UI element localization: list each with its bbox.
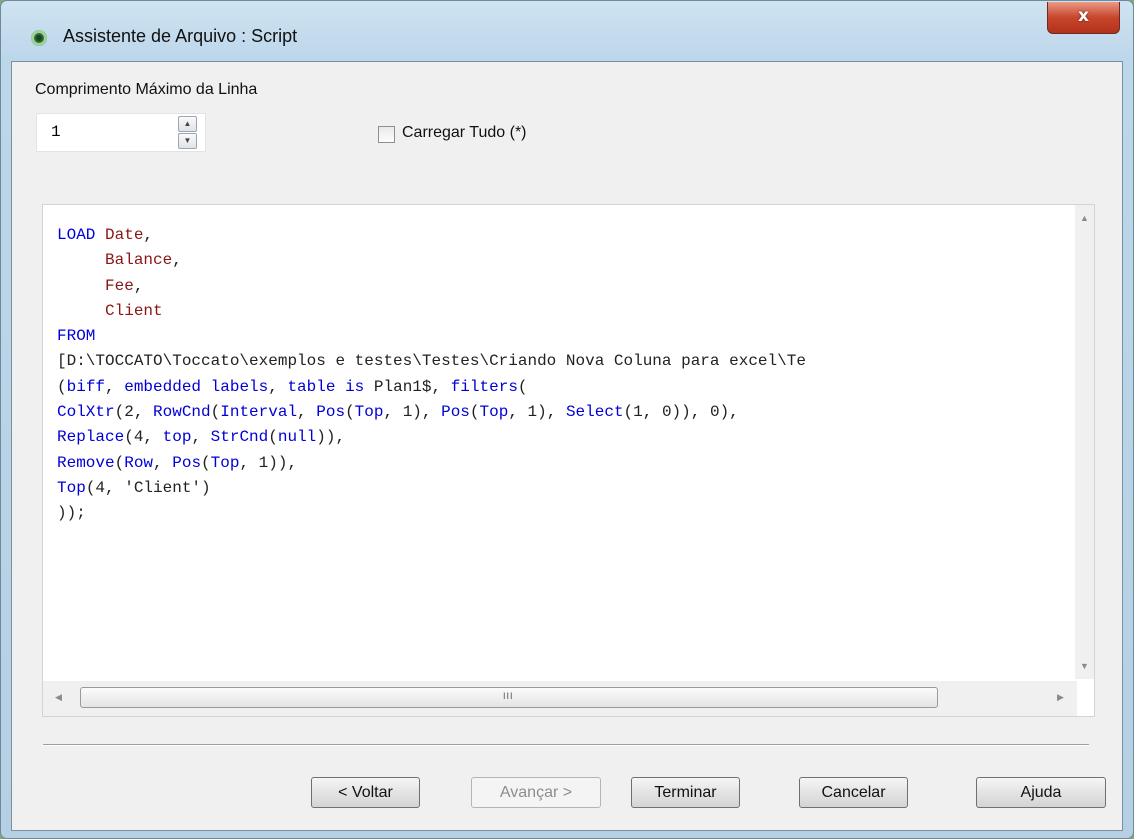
finish-button[interactable]: Terminar <box>631 777 740 808</box>
window-title: Assistente de Arquivo : Script <box>63 26 298 46</box>
spin-up-icon[interactable]: ▲ <box>178 116 197 132</box>
horizontal-scroll-thumb[interactable]: III <box>80 687 938 708</box>
title-bar[interactable]: Assistente de Arquivo : Script x <box>1 1 1133 61</box>
cancel-button[interactable]: Cancelar <box>799 777 908 808</box>
scroll-left-icon[interactable]: ◀ <box>55 692 62 703</box>
dialog-window: Assistente de Arquivo : Script x Comprim… <box>0 0 1134 839</box>
spin-down-icon[interactable]: ▼ <box>178 133 197 149</box>
max-line-length-label: Comprimento Máximo da Linha <box>35 81 258 98</box>
scroll-up-icon[interactable]: ▲ <box>1080 213 1089 223</box>
dialog-body: Comprimento Máximo da Linha 1 ▲ ▼ Carreg… <box>11 61 1123 831</box>
divider <box>43 744 1089 746</box>
load-all-checkbox[interactable] <box>378 126 395 143</box>
next-button[interactable]: Avançar > <box>471 777 601 808</box>
qlikview-app-icon <box>31 30 47 46</box>
scroll-down-icon[interactable]: ▼ <box>1080 661 1089 671</box>
scroll-grip: III <box>503 691 514 701</box>
scroll-right-icon[interactable]: ▶ <box>1057 692 1064 703</box>
load-all-label[interactable]: Carregar Tudo (*) <box>402 124 527 142</box>
close-button[interactable]: x <box>1047 2 1120 34</box>
help-button[interactable]: Ajuda <box>976 777 1106 808</box>
vertical-scrollbar[interactable]: ▲ ▼ <box>1075 205 1094 679</box>
script-editor[interactable]: LOAD Date, Balance, Fee, Client FROM [D:… <box>42 204 1095 717</box>
horizontal-scrollbar[interactable]: ◀ III ▶ <box>43 681 1077 716</box>
script-text[interactable]: LOAD Date, Balance, Fee, Client FROM [D:… <box>57 223 806 527</box>
back-button[interactable]: < Voltar <box>311 777 420 808</box>
